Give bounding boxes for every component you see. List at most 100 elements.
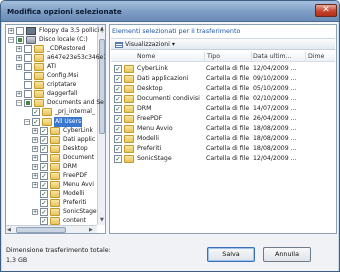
views-icon	[115, 42, 123, 48]
folder-icon	[124, 95, 134, 103]
list-item-checkbox[interactable]: ✓	[114, 75, 122, 83]
tree-item-checkbox[interactable]: ✓	[40, 217, 48, 226]
collapse-icon[interactable]: −	[24, 118, 30, 125]
tree-item-checkbox[interactable]	[24, 90, 32, 99]
column-divider[interactable]	[305, 52, 306, 61]
tree-item[interactable]: ✓ content	[6, 216, 97, 226]
list-item-checkbox[interactable]: ✓	[114, 155, 122, 163]
column-header-type[interactable]: Tipo	[207, 53, 220, 60]
list-item-checkbox[interactable]: ✓	[114, 145, 122, 153]
list-item-date: 02/10/2009 ...	[253, 95, 297, 102]
list-item-checkbox[interactable]: ✓	[114, 85, 122, 93]
column-divider[interactable]	[204, 52, 205, 61]
list-item-checkbox[interactable]: ✓	[114, 95, 122, 103]
list-item[interactable]: ✓ Desktop Cartella di file 05/10/2009 ...	[111, 84, 335, 94]
tree-horizontal-scrollbar[interactable]: ◀ ▶	[6, 225, 97, 233]
expand-icon[interactable]: +	[32, 209, 38, 215]
tree-item-checkbox[interactable]	[24, 45, 32, 54]
cancel-button[interactable]: Annulla	[263, 247, 311, 262]
expand-icon[interactable]: +	[16, 55, 22, 62]
scroll-down-icon[interactable]: ▼	[100, 216, 104, 224]
tree-item-checkbox[interactable]: ✓	[40, 126, 48, 135]
list-item[interactable]: ✓ SonicStage Cartella di file 12/04/2009 ..…	[111, 154, 335, 164]
list-item-date: 12/04/2009 ...	[253, 65, 297, 72]
list-item-type: Cartella di file	[206, 105, 250, 112]
close-button[interactable]: ✕	[315, 4, 337, 17]
tree-item-checkbox[interactable]	[24, 99, 32, 108]
list-item-name: Desktop	[137, 85, 163, 92]
list-item-checkbox[interactable]: ✓	[114, 65, 122, 73]
tree-item-checkbox[interactable]	[24, 72, 32, 81]
tree-item-checkbox[interactable]	[24, 54, 32, 63]
collapse-icon[interactable]: −	[16, 100, 22, 107]
scroll-left-icon[interactable]: ◀	[7, 226, 11, 233]
dialog-window: Modifica opzioni selezionate ✕ ▲ ▼ ◀ ▶ +…	[0, 0, 340, 272]
list-item[interactable]: ✓ Dati applicazioni Cartella di file 09/10/…	[111, 74, 335, 84]
tree-item-checkbox[interactable]: ✓	[32, 117, 40, 126]
panel-heading: Elementi selezionati per il trasferiment…	[112, 27, 241, 35]
list-item[interactable]: ✓ Menu Avvio Cartella di file 18/08/2009 ..…	[111, 124, 335, 134]
folder-icon	[124, 125, 134, 133]
expand-icon[interactable]: +	[32, 127, 38, 134]
list-item[interactable]: ✓ FreePDF Cartella di file 26/04/2009 ...	[111, 114, 335, 124]
tree-item-checkbox[interactable]: ✓	[40, 171, 48, 180]
tree-item-checkbox[interactable]: ✓	[32, 108, 40, 117]
expand-icon[interactable]: +	[32, 136, 38, 143]
expand-icon[interactable]: +	[32, 172, 38, 179]
expand-icon[interactable]: +	[8, 28, 14, 34]
tree-item-checkbox[interactable]	[24, 81, 32, 90]
list-item-checkbox[interactable]: ✓	[114, 125, 122, 133]
expand-icon[interactable]: +	[16, 91, 22, 98]
drive-icon	[26, 36, 36, 45]
list-item-checkbox[interactable]: ✓	[114, 105, 122, 113]
list-item-name: CyberLink	[137, 65, 168, 72]
list-item[interactable]: ✓ Modelli Cartella di file 18/08/2009 ...	[111, 134, 335, 144]
tree-item-checkbox[interactable]	[16, 27, 24, 35]
list-item-date: 26/04/2009 ...	[253, 115, 297, 122]
tree-item-checkbox[interactable]	[16, 36, 24, 45]
tree-item-checkbox[interactable]	[40, 153, 48, 162]
tree-item-checkbox[interactable]: ✓	[40, 135, 48, 144]
list-item-type: Cartella di file	[206, 65, 250, 72]
folder-icon	[50, 171, 60, 180]
tree-item-checkbox[interactable]: ✓	[40, 198, 48, 207]
scrollbar-thumb[interactable]	[16, 227, 66, 233]
title-bar[interactable]: Modifica opzioni selezionate ✕	[1, 1, 339, 22]
scroll-right-icon[interactable]: ▶	[89, 226, 93, 233]
folder-icon	[34, 72, 44, 81]
list-item-date: 12/04/2009 ...	[253, 155, 297, 162]
tree-item-checkbox[interactable]: ✓	[40, 144, 48, 153]
column-header-date[interactable]: Data ultim...	[253, 53, 291, 60]
folder-icon	[124, 75, 134, 83]
column-header-size[interactable]: Dime	[308, 53, 324, 60]
list-item-checkbox[interactable]: ✓	[114, 135, 122, 143]
list-item[interactable]: ✓ Preferiti Cartella di file 18/08/2009 ...	[111, 144, 335, 154]
list-item-type: Cartella di file	[206, 145, 250, 152]
list-item-checkbox[interactable]: ✓	[114, 115, 122, 123]
expand-icon[interactable]: +	[16, 46, 22, 53]
tree-item-checkbox[interactable]: ✓	[40, 189, 48, 198]
list-item-date: 14/07/2009 ...	[253, 105, 297, 112]
tree-item-checkbox[interactable]: ✓	[40, 208, 48, 216]
tree-item-checkbox[interactable]: ✓	[40, 162, 48, 171]
collapse-icon[interactable]: −	[8, 37, 14, 44]
expand-icon[interactable]: +	[32, 145, 38, 152]
expand-icon[interactable]: +	[32, 181, 38, 188]
expand-icon[interactable]: +	[32, 163, 38, 170]
list-item[interactable]: ✓ Documenti condivisi Cartella di file 02/1…	[111, 94, 335, 104]
tree-item-checkbox[interactable]	[24, 63, 32, 72]
folder-icon	[34, 45, 44, 54]
list-item[interactable]: ✓ CyberLink Cartella di file 12/04/2009 ...	[111, 64, 335, 74]
save-button[interactable]: Salva	[207, 247, 255, 262]
list-item[interactable]: ✓ DRM Cartella di file 14/07/2009 ...	[111, 104, 335, 114]
folder-icon	[42, 117, 52, 126]
column-divider[interactable]	[251, 52, 252, 61]
list-item-type: Cartella di file	[206, 125, 250, 132]
window-title: Modifica opzioni selezionate	[7, 7, 122, 16]
views-button[interactable]: Visualizzazioni ▾	[113, 40, 178, 50]
expand-icon[interactable]: +	[32, 154, 38, 161]
list-item-date: 18/08/2009 ...	[253, 125, 297, 132]
tree-item-checkbox[interactable]: ✓	[40, 180, 48, 189]
expand-icon[interactable]: +	[16, 64, 22, 71]
column-header-name[interactable]: Nome	[137, 53, 155, 60]
